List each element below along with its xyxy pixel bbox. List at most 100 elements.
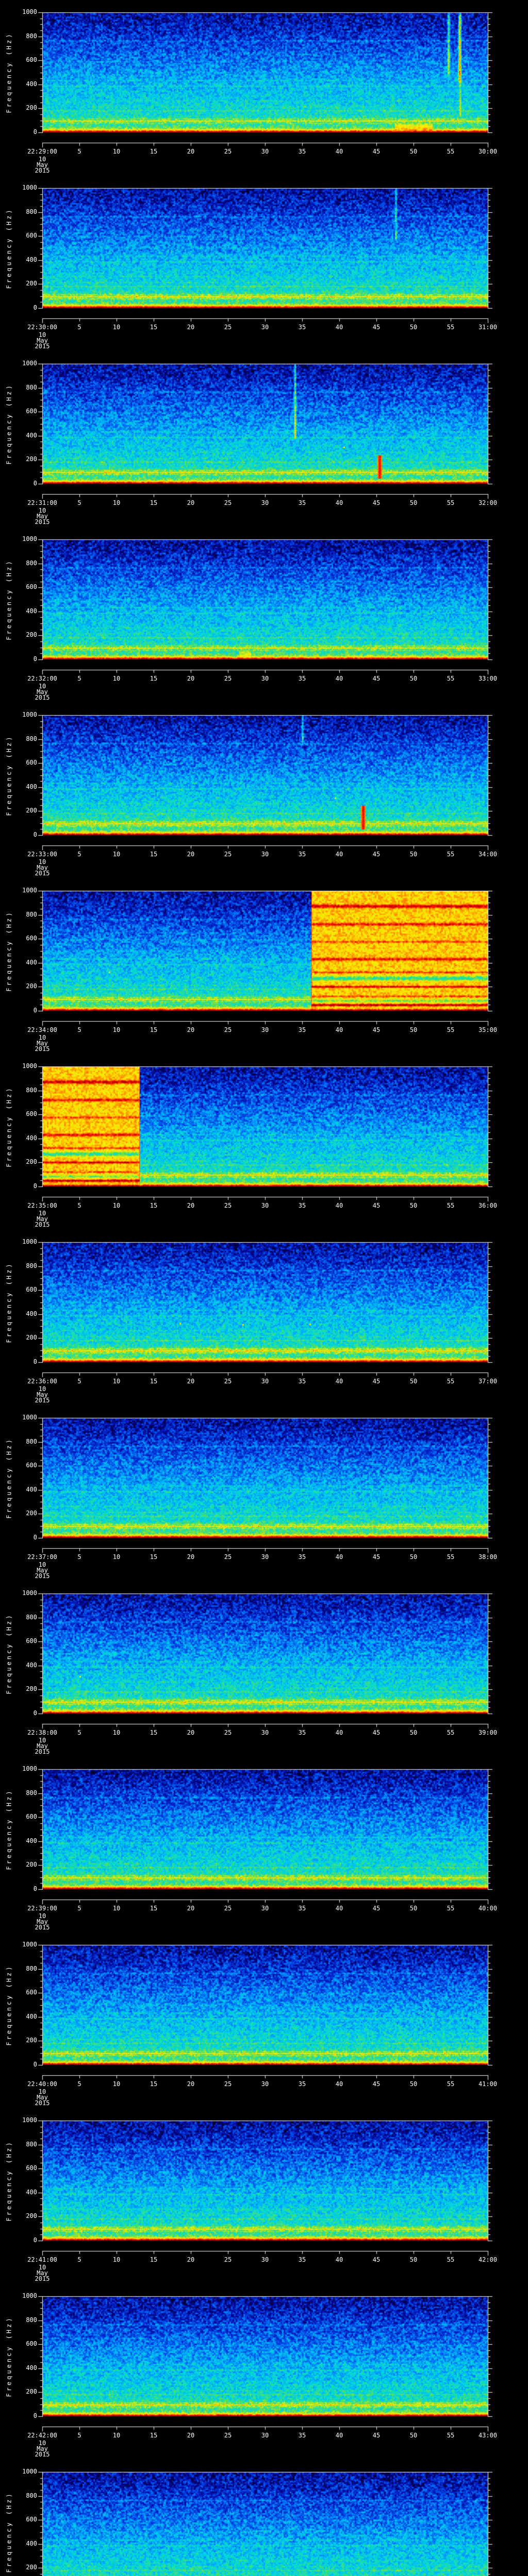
y-tick-label: 0 (33, 1007, 37, 1014)
y-tick-label: 0 (33, 304, 37, 311)
y-axis-title: Frequency (Hz) (5, 1788, 13, 1870)
y-axis-title: Frequency (Hz) (5, 1613, 13, 1694)
y-tick-label: 800 (26, 2141, 37, 2148)
y-tick-label: 0 (33, 2236, 37, 2244)
y-tick-label: 400 (26, 1662, 37, 1669)
date-line: 2015 (35, 1572, 50, 1580)
y-tick-label: 1000 (22, 184, 37, 191)
y-tick-label: 0 (33, 2412, 37, 2419)
y-tick-label: 0 (33, 1534, 37, 1541)
y-tick-label: 0 (33, 1885, 37, 1892)
date-line: 2015 (35, 694, 50, 701)
y-tick-label: 0 (33, 480, 37, 487)
spectrogram-panel: Frequency (Hz) 0 200 400 600 800 1000 22:37:00 5… (0, 1405, 528, 1581)
end-time-label: 31:00 (478, 324, 498, 331)
spectrogram-panel: Frequency (Hz)0200400600800100022:43:005… (0, 2460, 528, 2576)
end-time-label: 39:00 (478, 1729, 498, 1736)
spectrogram-panel: Frequency (Hz) 0 200 400 600 800 1000 22:29:00 5… (0, 0, 528, 176)
y-tick-label: 600 (26, 2516, 37, 2523)
y-tick-label: 600 (26, 408, 37, 415)
y-tick-label: 400 (26, 1310, 37, 1317)
y-tick-label: 600 (26, 935, 37, 942)
y-tick-label: 600 (26, 583, 37, 590)
y-tick-label: 1000 (22, 360, 37, 367)
date-line: 2015 (35, 343, 50, 350)
end-time-label: 37:00 (478, 1378, 498, 1385)
spectrogram-canvas (0, 2460, 528, 2576)
spectrogram-panel: Frequency (Hz) 0 200 400 600 800 1000 22:40:00 5… (0, 1933, 528, 2108)
y-tick-label: 800 (26, 1262, 37, 1269)
spectrogram-panel: Frequency (Hz) 0 200 400 600 800 1000 22:34:00 5… (0, 878, 528, 1054)
y-tick-label: 800 (26, 2316, 37, 2324)
y-tick-label: 800 (26, 384, 37, 391)
y-tick-label: 400 (26, 1837, 37, 1844)
end-time-label: 35:00 (478, 1026, 498, 1033)
y-tick-label: 200 (26, 104, 37, 111)
y-axis-title: Frequency (Hz) (5, 734, 13, 816)
y-tick-label: 200 (26, 1334, 37, 1341)
end-time-label: 32:00 (478, 499, 498, 506)
y-tick-label: 400 (26, 1486, 37, 1493)
y-tick-label: 1000 (22, 1765, 37, 1772)
y-axis-title: Frequency (Hz) (5, 207, 13, 289)
date-line: 2015 (35, 1397, 50, 1404)
spectrogram-panel: Frequency (Hz) 0 200 400 600 800 1000 22:41:00 5… (0, 2108, 528, 2284)
y-tick-label: 600 (26, 1110, 37, 1117)
y-tick-label: 0 (33, 1358, 37, 1365)
y-tick-label: 600 (26, 1462, 37, 1469)
y-tick-label: 1000 (22, 1238, 37, 1245)
y-tick-label: 0 (33, 2061, 37, 2068)
date-line: 2015 (35, 2451, 50, 2458)
y-axis-title: Frequency (Hz) (5, 2491, 13, 2573)
spectrogram-panel: Frequency (Hz) 0 200 400 600 800 1000 22:38:00 5… (0, 1581, 528, 1757)
end-time-label: 34:00 (478, 851, 498, 858)
y-tick-label: 200 (26, 631, 37, 638)
y-tick-label: 1000 (22, 2116, 37, 2124)
y-tick-label: 600 (26, 2340, 37, 2347)
y-tick-label: 400 (26, 432, 37, 439)
y-tick-label: 1000 (22, 535, 37, 543)
spectrogram-panel: Frequency (Hz) 0 200 400 600 800 1000 22:31:00 5… (0, 351, 528, 527)
date-line: 2015 (35, 1221, 50, 1228)
end-time-label: 38:00 (478, 1553, 498, 1561)
y-tick-label: 400 (26, 607, 37, 615)
y-tick-label: 200 (26, 982, 37, 990)
y-tick-label: 800 (26, 1087, 37, 1094)
date-line: 2015 (35, 2099, 50, 2107)
spectrogram-panel: Frequency (Hz) 0 200 400 600 800 1000 22:39:00 5… (0, 1757, 528, 1933)
y-tick-label: 200 (26, 1158, 37, 1165)
date-line: 2015 (35, 1748, 50, 1755)
y-tick-label: 600 (26, 1989, 37, 1996)
date-line: 2015 (35, 518, 50, 526)
end-time-label: 33:00 (478, 675, 498, 682)
y-tick-label: 1000 (22, 1414, 37, 1421)
y-tick-label: 600 (26, 56, 37, 63)
y-tick-label: 1000 (22, 887, 37, 894)
y-tick-label: 1000 (22, 711, 37, 718)
y-axis-title: Frequency (Hz) (5, 558, 13, 640)
y-tick-label: 200 (26, 1685, 37, 1692)
y-tick-label: 400 (26, 1134, 37, 1142)
spectrogram-panel: Frequency (Hz) 0 200 400 600 800 1000 22:36:00 5… (0, 1230, 528, 1405)
y-axis-title: Frequency (Hz) (5, 1964, 13, 2046)
y-tick-label: 800 (26, 1789, 37, 1797)
end-time-label: 40:00 (478, 1905, 498, 1912)
y-tick-label: 400 (26, 80, 37, 88)
y-axis-title: Frequency (Hz) (5, 1261, 13, 1343)
y-tick-label: 600 (26, 2164, 37, 2172)
date-line: 2015 (35, 1045, 50, 1053)
y-tick-label: 0 (33, 1182, 37, 1190)
spectrogram-panel: Frequency (Hz) 0 200 400 600 800 1000 22:33:00 5… (0, 703, 528, 878)
y-tick-label: 200 (26, 2037, 37, 2044)
y-tick-label: 200 (26, 1861, 37, 1868)
y-tick-label: 1000 (22, 1062, 37, 1070)
y-tick-label: 400 (26, 783, 37, 790)
y-tick-label: 800 (26, 208, 37, 215)
y-tick-label: 800 (26, 735, 37, 742)
y-axis-title: Frequency (Hz) (5, 31, 13, 113)
y-tick-label: 0 (33, 128, 37, 135)
y-tick-label: 0 (33, 1709, 37, 1717)
y-tick-label: 1000 (22, 1941, 37, 1948)
y-tick-label: 600 (26, 1637, 37, 1645)
y-tick-label: 200 (26, 2212, 37, 2219)
